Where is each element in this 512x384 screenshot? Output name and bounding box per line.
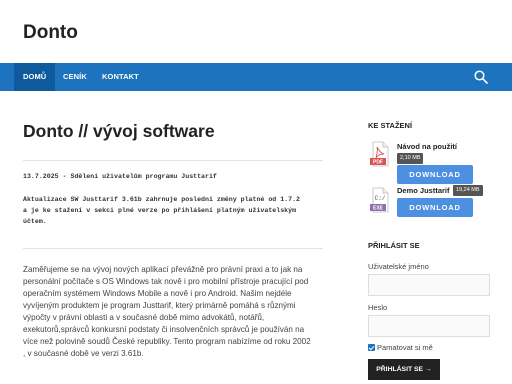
pdf-file-icon: PDF <box>370 141 389 167</box>
password-label: Heslo <box>368 303 388 312</box>
nav-item-home[interactable]: DOMŮ <box>14 63 56 91</box>
svg-text:C:/: C:/ <box>375 195 386 202</box>
exe-file-icon: C:/ EXE <box>370 187 389 213</box>
file-size-badge: 2,10 MB <box>397 153 424 164</box>
download-button[interactable]: DOWNLOAD <box>397 165 473 184</box>
username-label: Uživatelské jméno <box>368 262 429 271</box>
download-button[interactable]: DOWNLOAD <box>397 198 473 217</box>
page-title: Donto // vývoj software <box>23 121 215 141</box>
downloads-widget-title: KE STAŽENÍ <box>368 121 413 130</box>
nav-item-pricing[interactable]: CENÍK <box>63 63 87 91</box>
divider <box>23 160 323 161</box>
intro-text-line: více než polovině soudů České republiky.… <box>23 337 311 346</box>
search-icon[interactable] <box>474 70 488 84</box>
intro-text-line: , v současné době ve verzi 3.61b. <box>23 349 144 358</box>
file-size-badge: 19,24 MB <box>453 185 483 196</box>
remember-me-label[interactable]: Pamatovat si mě <box>377 343 433 352</box>
intro-text: Zaměřujeme se na vývoj nových aplikací p… <box>23 264 323 360</box>
download-name[interactable]: Demo Justtarif <box>397 186 450 195</box>
nav-item-contact[interactable]: KONTAKT <box>102 63 139 91</box>
main-navigation: DOMŮ CENÍK KONTAKT <box>0 63 512 91</box>
username-field[interactable] <box>368 274 490 296</box>
intro-text-line: operačním systémem Windows Mobile a nově… <box>23 289 292 298</box>
password-field[interactable] <box>368 315 490 337</box>
site-title[interactable]: Donto <box>23 22 78 44</box>
exe-type-label: EXE <box>373 206 384 212</box>
remember-me-checkbox[interactable] <box>368 344 375 351</box>
intro-text-line: exekutorů,správců konkursní podstaty či … <box>23 325 305 334</box>
intro-text-line: výpočty v právní oblasti a v současné do… <box>23 313 265 322</box>
pdf-type-label: PDF <box>373 160 383 166</box>
intro-text-line: Zaměřujeme se na vývoj nových aplikací p… <box>23 265 303 274</box>
post-text-line: a je ke stažení v sekci plné verze po př… <box>23 207 297 214</box>
download-name[interactable]: Návod na použití <box>397 142 457 151</box>
divider <box>23 248 323 249</box>
post-text-line: účtem. <box>23 218 47 225</box>
intro-text-line: personální počítače s OS Windows tak nov… <box>23 277 309 286</box>
login-widget-title: PŘIHLÁSIT SE <box>368 241 420 250</box>
login-button[interactable]: PŘIHLÁSIT SE → <box>368 359 440 380</box>
intro-text-line: vyvíjeným produktem je program Justtarif… <box>23 301 296 310</box>
post-date-line: 13.7.2025 - Sdělení uživatelům programu … <box>23 173 217 180</box>
post-text-line: Aktualizace SW Justtarif 3.61b zahrnuje … <box>23 196 300 203</box>
